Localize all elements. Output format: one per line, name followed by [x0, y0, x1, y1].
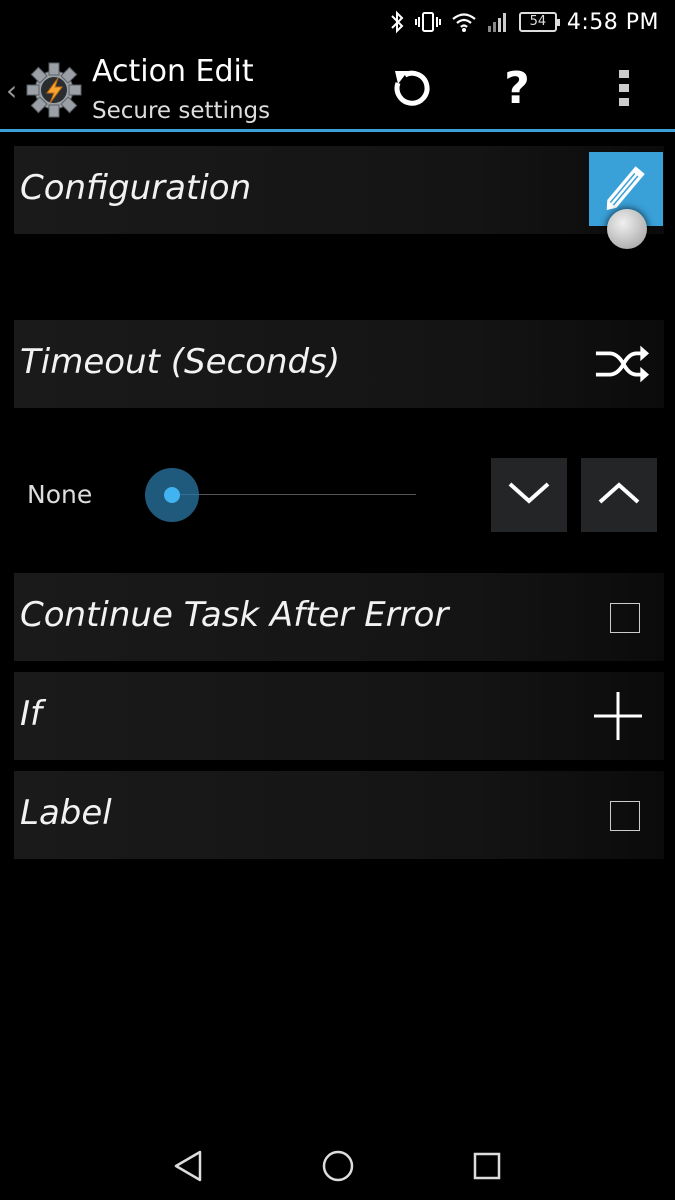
- bluetooth-icon: [389, 10, 405, 34]
- battery-level: 54: [518, 12, 560, 32]
- chevron-up-icon: [597, 480, 641, 510]
- configuration-row[interactable]: Configuration: [14, 146, 664, 234]
- label-checkbox[interactable]: [610, 801, 640, 831]
- action-bar: ‹ Action Edit Secure settings ?: [0, 44, 675, 132]
- status-bar: 54 4:58 PM: [0, 0, 675, 44]
- page-title: Action Edit: [92, 54, 254, 89]
- timeout-label: Timeout (Seconds): [20, 342, 341, 382]
- tasker-logo-icon[interactable]: [24, 60, 84, 120]
- signal-icon: [487, 10, 509, 34]
- undo-icon[interactable]: [387, 64, 435, 112]
- shuffle-icon[interactable]: [594, 338, 650, 390]
- if-row[interactable]: If: [14, 672, 664, 760]
- add-condition-icon[interactable]: [590, 690, 646, 742]
- vibrate-icon: [414, 10, 441, 34]
- timeout-slider-thumb[interactable]: [145, 468, 199, 522]
- timeout-row[interactable]: Timeout (Seconds): [14, 320, 664, 408]
- overflow-menu-icon[interactable]: [600, 64, 648, 112]
- nav-home-icon[interactable]: [318, 1148, 358, 1184]
- continue-after-error-label: Continue Task After Error: [20, 595, 449, 635]
- continue-after-error-row[interactable]: Continue Task After Error: [14, 573, 664, 661]
- timeout-value-label: None: [27, 480, 93, 509]
- help-icon[interactable]: ?: [493, 63, 541, 114]
- battery-icon: 54: [518, 10, 560, 34]
- status-time: 4:58 PM: [566, 9, 659, 35]
- increase-button[interactable]: [581, 458, 657, 532]
- page-subtitle: Secure settings: [92, 98, 271, 124]
- label-row[interactable]: Label: [14, 771, 664, 859]
- label-label: Label: [20, 793, 112, 833]
- chevron-down-icon: [507, 480, 551, 510]
- navigation-bar: [0, 1130, 675, 1200]
- decrease-button[interactable]: [491, 458, 567, 532]
- timeout-slider-track[interactable]: [172, 494, 416, 495]
- back-chevron-icon[interactable]: ‹: [6, 74, 17, 107]
- continue-after-error-checkbox[interactable]: [610, 603, 640, 633]
- nav-back-icon[interactable]: [168, 1148, 208, 1184]
- edit-indicator-knob: [607, 209, 647, 249]
- wifi-icon: [451, 10, 477, 34]
- slider-thumb-dot: [164, 487, 180, 503]
- if-label: If: [20, 694, 42, 734]
- configuration-label: Configuration: [20, 168, 252, 208]
- nav-recents-icon[interactable]: [467, 1148, 507, 1184]
